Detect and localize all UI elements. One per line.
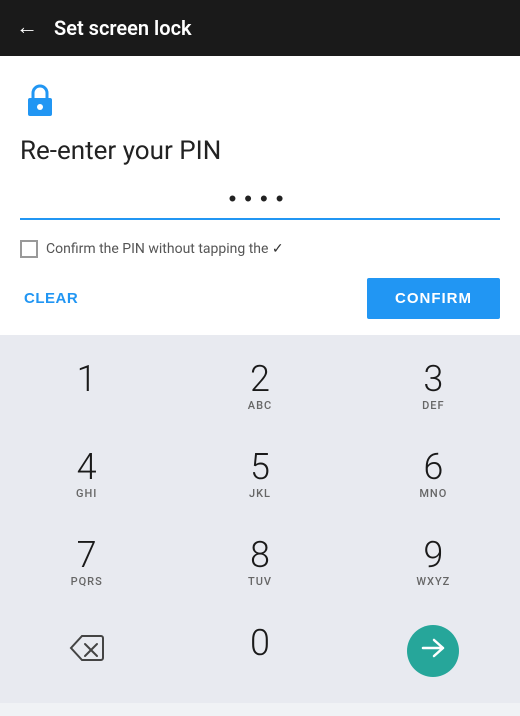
key-5[interactable]: 5 JKL xyxy=(173,431,346,519)
delete-icon xyxy=(69,634,105,669)
keypad: 1 2 ABC 3 DEF 4 GHI 5 JKL 6 MNO 7 PQRS xyxy=(0,335,520,703)
key-6[interactable]: 6 MNO xyxy=(347,431,520,519)
key-3[interactable]: 3 DEF xyxy=(347,343,520,431)
key-8[interactable]: 8 TUV xyxy=(173,519,346,607)
key-9[interactable]: 9 WXYZ xyxy=(347,519,520,607)
key-4[interactable]: 4 GHI xyxy=(0,431,173,519)
key-7[interactable]: 7 PQRS xyxy=(0,519,173,607)
content-area: Re-enter your PIN Confirm the PIN withou… xyxy=(0,56,520,335)
action-row: CLEAR CONFIRM xyxy=(20,278,500,319)
key-0[interactable]: 0 xyxy=(173,607,346,695)
screen-title: Set screen lock xyxy=(54,16,192,40)
keypad-grid: 1 2 ABC 3 DEF 4 GHI 5 JKL 6 MNO 7 PQRS xyxy=(0,343,520,695)
pin-input[interactable] xyxy=(20,182,500,220)
checkbox-label: Confirm the PIN without tapping the ✓ xyxy=(46,241,284,257)
pin-input-row xyxy=(20,182,500,220)
enter-button[interactable] xyxy=(407,625,459,677)
clear-button[interactable]: CLEAR xyxy=(20,282,82,315)
key-enter[interactable] xyxy=(347,607,520,695)
lock-icon xyxy=(20,80,60,120)
checkmark-symbol: ✓ xyxy=(272,241,284,257)
top-bar: ← Set screen lock xyxy=(0,0,520,56)
confirm-checkbox[interactable] xyxy=(20,240,38,258)
back-button[interactable]: ← xyxy=(16,17,38,39)
key-2[interactable]: 2 ABC xyxy=(173,343,346,431)
lock-icon-wrap xyxy=(20,80,500,124)
confirm-button[interactable]: CONFIRM xyxy=(367,278,500,319)
page-heading: Re-enter your PIN xyxy=(20,136,500,166)
enter-arrow-icon xyxy=(421,638,445,664)
checkbox-row[interactable]: Confirm the PIN without tapping the ✓ xyxy=(20,240,500,258)
key-delete[interactable] xyxy=(0,607,173,695)
key-1[interactable]: 1 xyxy=(0,343,173,431)
